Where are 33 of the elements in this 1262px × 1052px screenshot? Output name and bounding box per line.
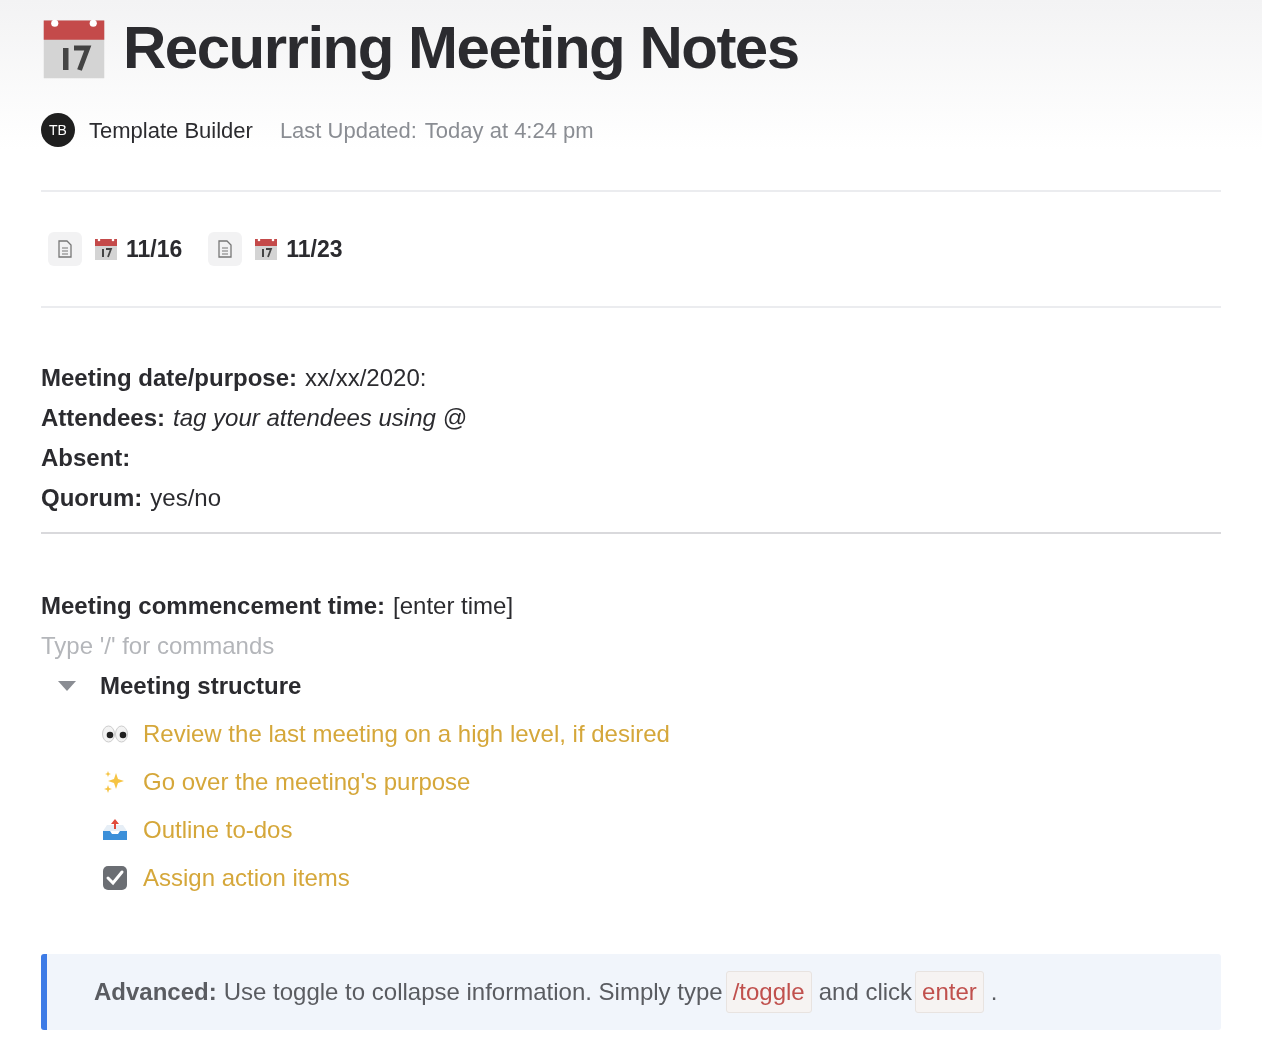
document-icon <box>208 232 243 266</box>
last-updated-time: Today at 4:24 pm <box>424 116 594 145</box>
document-icon <box>48 232 82 266</box>
callout-text: Use toggle to collapse information. Simply type <box>223 977 723 1007</box>
field-label: Attendees: <box>41 403 166 433</box>
page-link[interactable]: 11/16 <box>126 231 183 267</box>
toggle-heading[interactable]: Meeting structure <box>100 668 302 704</box>
list-item-text: Go over the meeting's purpose <box>143 767 471 797</box>
field-value: yes/no <box>150 483 222 513</box>
avatar: TB <box>41 113 75 147</box>
last-updated-label: Last Updated: <box>279 116 417 145</box>
callout-label: Advanced: <box>94 977 217 1007</box>
field-label: Meeting date/purpose: <box>41 363 298 393</box>
field-value: xx/xx/2020: <box>305 363 427 393</box>
callout-text: and click <box>818 977 913 1007</box>
field-label: Absent: <box>41 443 131 473</box>
checkbox-icon <box>100 864 130 892</box>
list-item-text: Outline to-dos <box>143 815 293 845</box>
callout-text: . <box>990 977 998 1007</box>
field-label: Meeting commencement time: <box>41 591 386 621</box>
field-value: tag your attendees using @ <box>173 403 467 433</box>
calendar-icon <box>94 237 118 261</box>
calendar-icon <box>254 237 279 261</box>
author-name[interactable]: Template Builder <box>89 113 253 147</box>
page-title: Recurring Meeting Notes <box>123 13 799 83</box>
inline-code: /toggle <box>725 971 812 1013</box>
field-label: Quorum: <box>41 483 143 513</box>
page-link[interactable]: 11/23 <box>286 231 343 267</box>
list-item-text: Assign action items <box>143 863 350 893</box>
toggle-arrow-icon[interactable] <box>57 679 77 693</box>
field-value: [enter time] <box>393 591 514 621</box>
list-item-text: Review the last meeting on a high level, if desired <box>143 719 670 749</box>
inline-code: enter <box>915 971 984 1013</box>
